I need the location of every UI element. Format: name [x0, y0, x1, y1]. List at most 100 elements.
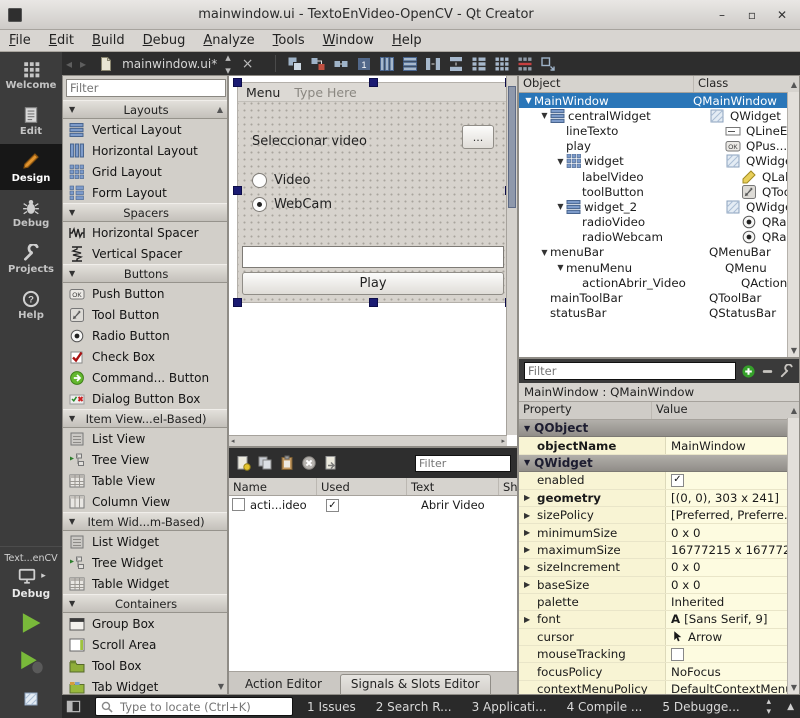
widget-item-push-button[interactable]: OKPush Button [63, 283, 227, 304]
configure-icon[interactable] [779, 364, 794, 379]
delete-action-icon[interactable] [301, 455, 317, 471]
property-row-geometry[interactable]: ▶geometry[(0, 0), 303 x 241] [519, 490, 799, 507]
property-value[interactable]: NoFocus [671, 665, 721, 679]
object-column-header[interactable]: Object [519, 76, 693, 92]
document-tab[interactable]: mainwindow.ui* ▴▾ × [90, 51, 260, 77]
property-scroll-up-icon[interactable]: ▲ [791, 406, 797, 415]
property-row-focusPolicy[interactable]: focusPolicyNoFocus [519, 663, 799, 680]
close-document-icon[interactable]: × [239, 56, 257, 72]
property-row-minimumSize[interactable]: ▶minimumSize0 x 0 [519, 524, 799, 541]
property-column-header[interactable]: Property [519, 402, 651, 419]
object-row-lineTexto[interactable]: lineTextoQLineEdit [519, 123, 799, 138]
output-pane-1-issues[interactable]: 1 Issues [297, 700, 366, 714]
form-menu-type-here[interactable]: Type Here [294, 85, 356, 100]
widget-item-radio-button[interactable]: Radio Button [63, 325, 227, 346]
property-value[interactable]: DefaultContextMenu [671, 682, 793, 695]
output-pane-3-applicati-[interactable]: 3 Applicati... [462, 700, 557, 714]
object-row-MainWindow[interactable]: ▼MainWindowQMainWindow [519, 93, 799, 108]
remove-property-icon[interactable] [760, 364, 775, 379]
run-button[interactable] [0, 604, 62, 642]
tab-signals-slots-editor[interactable]: Signals & Slots Editor [340, 674, 491, 694]
object-row-centralWidget[interactable]: ▼centralWidgetQWidget [519, 108, 799, 123]
action-filter-input[interactable] [415, 455, 511, 472]
class-column-header[interactable]: Class [693, 76, 799, 92]
property-value[interactable]: [Sans Serif, 9] [684, 612, 767, 626]
object-row-menuMenu[interactable]: ▼menuMenuQMenu [519, 260, 799, 275]
selection-handle[interactable] [233, 186, 242, 195]
widget-item-table-view[interactable]: Table View [63, 470, 227, 491]
pane-updown-icon[interactable]: ▴▾ [761, 697, 778, 717]
document-dropdown-icon[interactable]: ▴▾ [222, 51, 234, 77]
value-column-header[interactable]: Value [651, 402, 799, 419]
locator-box[interactable] [95, 697, 293, 716]
property-section-qobject[interactable]: ▼QObject [519, 420, 799, 437]
expand-icon[interactable]: ▶ [524, 493, 530, 502]
widget-box-section-containers[interactable]: ▼Containers [63, 594, 227, 613]
forward-icon[interactable]: ▸ [76, 57, 90, 71]
selection-handle[interactable] [369, 298, 378, 307]
edit-tab-order-icon[interactable]: 1 [356, 55, 373, 72]
property-row-sizeIncrement[interactable]: ▶sizeIncrement0 x 0 [519, 559, 799, 576]
form-editor-canvas[interactable]: Menu Type Here Seleccionar video ... Vid… [228, 75, 518, 447]
goto-slot-icon[interactable] [323, 455, 339, 471]
action-used-checkbox[interactable]: ✓ [326, 499, 339, 512]
pane-expand-icon[interactable]: ▲ [781, 702, 800, 712]
selection-handle[interactable] [369, 78, 378, 87]
widget-item-tool-box[interactable]: Tool Box [63, 655, 227, 676]
widget-box-scroll-down-icon[interactable]: ▼ [218, 682, 224, 691]
checkbox-checked-icon[interactable]: ✓ [671, 474, 684, 487]
property-row-contextMenuPolicy[interactable]: contextMenuPolicyDefaultContextMenu [519, 681, 799, 695]
expander-icon[interactable]: ▼ [555, 263, 566, 272]
mode-help[interactable]: ?Help [0, 282, 62, 328]
object-row-menuBar[interactable]: ▼menuBarQMenuBar [519, 245, 799, 260]
mode-design[interactable]: Design [0, 144, 62, 190]
menu-build[interactable]: Build [83, 31, 134, 50]
object-row-radioVideo[interactable]: radioVideoQRad...tton [519, 215, 799, 230]
widget-box-section-layouts[interactable]: ▼Layouts▲ [63, 100, 227, 119]
edit-signals-slots-icon[interactable] [310, 55, 327, 72]
property-row-objectName[interactable]: objectNameMainWindow [519, 437, 799, 454]
expand-icon[interactable]: ▶ [524, 563, 530, 572]
property-row-cursor[interactable]: cursorArrow [519, 629, 799, 646]
menu-debug[interactable]: Debug [134, 31, 195, 50]
action-column-text[interactable]: Text [407, 478, 499, 495]
layout-form-icon[interactable] [471, 55, 488, 72]
widget-item-grid-layout[interactable]: Grid Layout [63, 161, 227, 182]
property-row-sizePolicy[interactable]: ▶sizePolicy[Preferred, Preferre... [519, 507, 799, 524]
checkbox-unchecked-icon[interactable] [671, 648, 684, 661]
inspector-scroll-down-icon[interactable]: ▼ [791, 346, 797, 355]
object-row-statusBar[interactable]: statusBarQStatusBar [519, 306, 799, 321]
widget-item-dialog-button-box[interactable]: Dialog Button Box [63, 388, 227, 409]
toggle-sidebar-icon[interactable] [65, 698, 82, 715]
action-column-used[interactable]: Used [317, 478, 407, 495]
expand-icon[interactable]: ▶ [524, 545, 530, 554]
layout-horizontal-splitter-icon[interactable] [425, 55, 442, 72]
expand-icon[interactable]: ▶ [524, 580, 530, 589]
property-section-qwidget[interactable]: ▼QWidget [519, 455, 799, 472]
widget-box-section-item-wid-m-based-[interactable]: ▼Item Wid...m-Based) [63, 512, 227, 531]
inspector-scrollbar[interactable]: ▼ [787, 92, 799, 357]
section-collapse-icon[interactable]: ▼ [524, 458, 530, 467]
expand-icon[interactable]: ▶ [524, 615, 530, 624]
selection-handle[interactable] [233, 298, 242, 307]
form-menu-item[interactable]: Menu [246, 85, 280, 100]
widget-item-scroll-area[interactable]: Scroll Area [63, 634, 227, 655]
widget-box-scroll-up-icon[interactable]: ▲ [217, 105, 223, 114]
object-row-play[interactable]: playOKQPus...tton [519, 139, 799, 154]
widget-item-list-view[interactable]: List View [63, 428, 227, 449]
property-scrollbar[interactable]: ▼ [787, 418, 799, 694]
widget-item-column-view[interactable]: Column View [63, 491, 227, 512]
form-horizontal-scrollbar[interactable]: ◂▸ [229, 435, 507, 446]
minimize-button[interactable]: – [710, 6, 734, 24]
expander-icon[interactable]: ▼ [555, 202, 566, 211]
new-action-icon[interactable] [235, 455, 251, 471]
property-value[interactable]: 0 x 0 [671, 578, 701, 592]
layout-grid-icon[interactable] [494, 55, 511, 72]
widget-item-horizontal-layout[interactable]: Horizontal Layout [63, 140, 227, 161]
form-vertical-scrollbar[interactable] [506, 76, 517, 435]
close-button[interactable]: ✕ [770, 6, 794, 24]
widget-item-horizontal-spacer[interactable]: Horizontal Spacer [63, 222, 227, 243]
expander-icon[interactable]: ▼ [539, 248, 550, 257]
property-value[interactable]: Arrow [688, 630, 722, 644]
action-column-name[interactable]: Name [229, 478, 317, 495]
